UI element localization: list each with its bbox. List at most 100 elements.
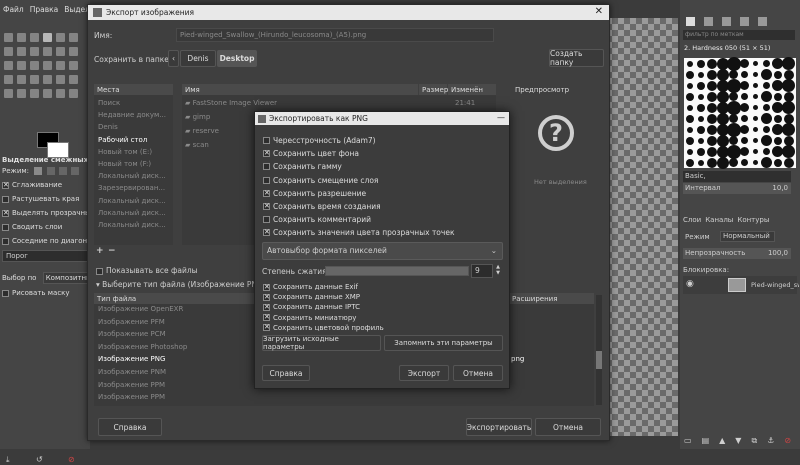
mode-intersect-icon[interactable] <box>70 167 79 175</box>
tab-layers[interactable]: Слои <box>683 216 701 224</box>
png-cancel-button[interactable]: Отмена <box>453 365 503 381</box>
brush-thumbnail[interactable] <box>686 126 693 133</box>
brush-thumbnail[interactable] <box>706 146 717 157</box>
zoom-tool-icon[interactable] <box>43 47 52 56</box>
place-item[interactable]: Локальный диск... <box>98 209 166 217</box>
png-option-checkbox[interactable] <box>263 137 270 144</box>
brush-thumbnail[interactable] <box>697 137 704 144</box>
image-canvas[interactable] <box>606 18 678 436</box>
brush-thumbnail[interactable] <box>741 93 748 100</box>
file-type-row[interactable]: Изображение Photoshop <box>98 343 187 351</box>
brush-thumbnail[interactable] <box>716 68 729 81</box>
layer-name[interactable]: Pied-winged_swa <box>751 281 799 289</box>
align-tool-icon[interactable] <box>4 61 13 70</box>
brush-thumbnail[interactable] <box>741 71 748 78</box>
png-option-checkbox[interactable] <box>263 176 270 184</box>
png-option-row[interactable]: Сохранить разрешение <box>263 189 366 198</box>
help-button[interactable]: Справка <box>98 418 162 436</box>
brush-thumbnail[interactable] <box>763 104 770 111</box>
delete-tool-options-icon[interactable]: ⊘ <box>68 455 75 464</box>
gradients-tab-icon[interactable] <box>758 17 767 26</box>
bucket-fill-tool-icon[interactable] <box>56 75 65 84</box>
eraser-tool-icon[interactable] <box>69 89 78 98</box>
new-group-icon[interactable]: ▤ <box>702 436 710 446</box>
png-metadata-checkbox[interactable] <box>263 323 270 332</box>
place-item[interactable]: Поиск <box>98 99 120 107</box>
save-tool-options-icon[interactable]: ⤓ <box>6 455 10 465</box>
png-metadata-row[interactable]: Сохранить цветовой профиль <box>263 323 384 332</box>
layer-mode-dropdown[interactable]: Нормальный <box>720 231 775 242</box>
brush-thumbnail[interactable] <box>726 122 741 137</box>
path-back-icon[interactable]: ‹ <box>168 50 179 67</box>
brush-thumbnail[interactable] <box>753 138 758 143</box>
option-sample-merged[interactable]: Сводить слои <box>2 223 62 231</box>
brush-thumbnail[interactable] <box>697 93 704 100</box>
brush-thumbnail[interactable] <box>726 56 741 71</box>
compression-spinner[interactable]: ▲ ▼ <box>494 264 502 278</box>
brush-thumbnail[interactable] <box>773 70 782 79</box>
brush-thumbnail[interactable] <box>729 136 738 145</box>
png-option-checkbox[interactable] <box>263 163 270 171</box>
file-type-row[interactable]: Изображение PNG png <box>98 355 524 363</box>
minimize-icon[interactable]: — <box>497 113 505 122</box>
brush-thumbnail[interactable] <box>761 91 772 102</box>
patterns-tab-icon[interactable] <box>704 17 713 26</box>
warp-tool-icon[interactable] <box>30 75 39 84</box>
brush-thumbnail[interactable] <box>773 136 782 145</box>
brush-thumbnail[interactable] <box>741 137 748 144</box>
brush-thumbnail[interactable] <box>706 91 717 102</box>
brush-thumbnail[interactable] <box>763 60 770 67</box>
layer-row[interactable]: ◉ Pied-winged_swa <box>683 276 799 294</box>
brush-thumbnail[interactable] <box>753 61 758 66</box>
brush-thumbnail[interactable] <box>761 157 772 168</box>
png-metadata-row[interactable]: Сохранить данные IPTC <box>263 303 360 312</box>
cancel-button[interactable]: Отмена <box>535 418 601 436</box>
flip-tool-icon[interactable] <box>4 75 13 84</box>
png-metadata-row[interactable]: Сохранить миниатюру <box>263 313 356 322</box>
png-option-checkbox[interactable] <box>263 216 270 224</box>
png-metadata-row[interactable]: Сохранить данные Exif <box>263 283 358 292</box>
brush-thumbnail[interactable] <box>706 80 717 91</box>
scissors-tool-icon[interactable] <box>69 33 78 42</box>
column-modified[interactable]: Изменён <box>448 84 496 95</box>
brush-thumbnail[interactable] <box>782 123 795 136</box>
brush-thumbnail[interactable] <box>741 159 748 166</box>
brush-thumbnail[interactable] <box>763 82 770 89</box>
brush-thumbnail[interactable] <box>706 135 717 146</box>
png-help-button[interactable]: Справка <box>262 365 310 381</box>
brush-thumbnail[interactable] <box>783 135 794 146</box>
file-type-row[interactable]: Изображение PPM <box>98 381 165 389</box>
brush-thumbnail[interactable] <box>729 92 738 101</box>
brush-thumbnail[interactable] <box>753 83 758 88</box>
filename-input[interactable]: Pied-winged_Swallow_(Hirundo_leucosoma)_… <box>176 28 494 42</box>
scale-tool-icon[interactable] <box>43 61 52 70</box>
color-picker-tool-icon[interactable] <box>30 47 39 56</box>
brush-thumbnail[interactable] <box>686 104 693 111</box>
new-layer-icon[interactable]: ▭ <box>684 436 692 446</box>
brush-thumbnail[interactable] <box>729 114 738 123</box>
file-row[interactable]: ▰ reserve <box>185 127 219 135</box>
brush-thumbnail[interactable] <box>685 70 694 79</box>
move-tool-icon[interactable] <box>69 47 78 56</box>
brush-thumbnail[interactable] <box>696 103 705 112</box>
brush-thumbnail[interactable] <box>706 102 717 113</box>
brush-thumbnail[interactable] <box>740 147 749 156</box>
restore-tool-options-icon[interactable]: ↺ <box>36 455 43 464</box>
feather-checkbox[interactable] <box>2 195 9 203</box>
column-size[interactable]: Размер <box>419 84 448 95</box>
png-metadata-checkbox[interactable] <box>263 283 270 292</box>
foreground-select-tool-icon[interactable] <box>4 47 13 56</box>
brush-thumbnail[interactable] <box>740 81 749 90</box>
option-diagonal[interactable]: Соседние по диагонали <box>2 237 100 245</box>
option-draw-mask[interactable]: Рисовать маску <box>2 289 70 297</box>
brush-thumbnail[interactable] <box>753 160 758 165</box>
png-option-row[interactable]: Сохранить гамму <box>263 162 342 171</box>
brush-thumbnail[interactable] <box>685 92 694 101</box>
perspective-tool-icon[interactable] <box>69 61 78 70</box>
spacing-slider[interactable]: Интервал 10,0 <box>683 183 791 194</box>
brush-thumbnail[interactable] <box>706 157 717 168</box>
menu-file[interactable]: Файл <box>3 5 24 14</box>
png-metadata-checkbox[interactable] <box>263 313 270 322</box>
place-item[interactable]: Недавние докум... <box>98 111 166 119</box>
brush-thumbnail[interactable] <box>726 100 741 115</box>
